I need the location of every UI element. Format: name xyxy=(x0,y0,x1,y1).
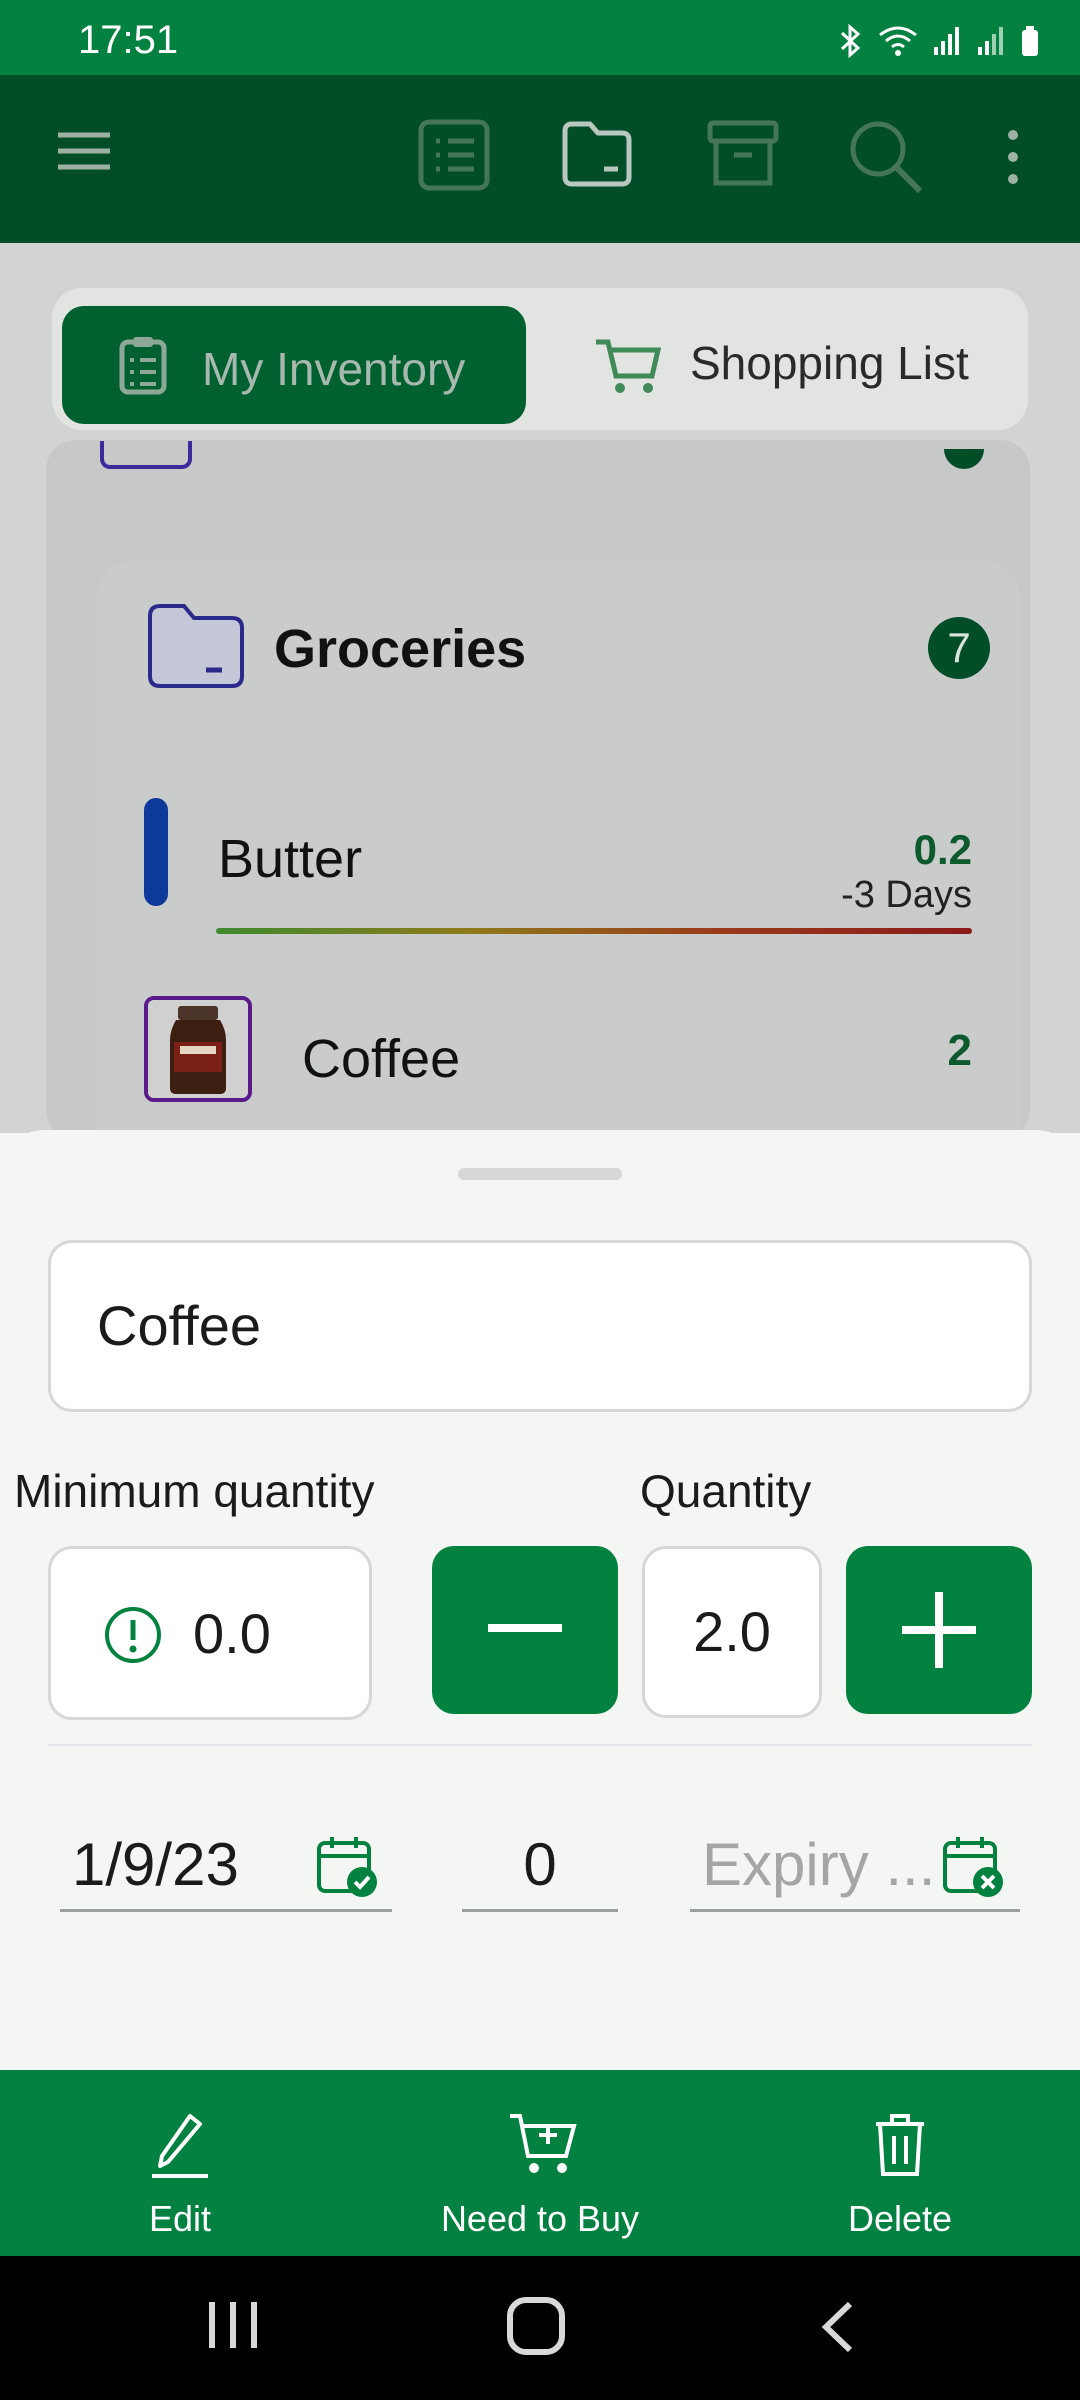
minimum-quantity-field[interactable]: 0.0 xyxy=(48,1546,372,1720)
need-to-buy-button[interactable]: Need to Buy xyxy=(390,2070,690,2256)
purchase-date-value: 1/9/23 xyxy=(72,1831,239,1898)
tab-my-inventory-label: My Inventory xyxy=(202,343,466,395)
signal-icon xyxy=(934,27,959,55)
expiry-date-placeholder: Expiry ... xyxy=(702,1831,936,1898)
add-to-cart-icon xyxy=(510,2114,577,2173)
item-expiry-butter: -3 Days xyxy=(841,874,972,916)
item-action-bar: Edit Need to Buy Delete xyxy=(0,2070,1080,2256)
calendar-check-icon[interactable] xyxy=(316,1834,378,1898)
purchase-date-field[interactable]: 1/9/23 xyxy=(60,1830,392,1912)
quantity-field[interactable]: 2.0 xyxy=(642,1546,822,1718)
plus-icon xyxy=(902,1592,976,1668)
cart-icon xyxy=(596,339,662,393)
item-qty-coffee: 2 xyxy=(947,1026,972,1075)
previous-item-thumb xyxy=(100,441,192,469)
drag-handle[interactable] xyxy=(458,1168,622,1180)
coffee-jar-image xyxy=(148,1000,248,1098)
system-nav-bar xyxy=(0,2256,1080,2400)
butter-color-tag xyxy=(144,798,168,906)
quantity-label: Quantity xyxy=(640,1465,812,1517)
minimum-quantity-value: 0.0 xyxy=(193,1602,271,1665)
item-name-field[interactable]: Coffee xyxy=(48,1240,1032,1412)
archive-icon[interactable] xyxy=(706,119,780,189)
home-icon[interactable] xyxy=(506,2296,566,2356)
status-bar: 17:51 xyxy=(0,0,1080,75)
list-view-icon[interactable] xyxy=(416,117,492,193)
folder-icon xyxy=(148,604,244,688)
coffee-thumbnail[interactable] xyxy=(144,996,252,1102)
folder-view-icon[interactable] xyxy=(560,119,634,189)
recent-apps-icon[interactable] xyxy=(206,2300,260,2350)
alert-circle-icon xyxy=(105,1607,161,1663)
pencil-icon xyxy=(152,2114,208,2178)
minimum-quantity-label: Minimum quantity xyxy=(14,1465,375,1517)
increase-quantity-button[interactable] xyxy=(846,1546,1032,1714)
item-detail-sheet: Coffee Minimum quantity Quantity 0.0 2.0… xyxy=(0,1130,1080,2070)
section-divider xyxy=(48,1744,1032,1746)
search-icon[interactable] xyxy=(848,119,924,195)
expiry-date-field[interactable]: Expiry ... xyxy=(690,1830,1020,1912)
tab-my-inventory[interactable]: My Inventory xyxy=(62,306,526,424)
menu-icon[interactable] xyxy=(52,119,116,183)
days-field[interactable]: 0 xyxy=(462,1830,618,1912)
more-options-icon[interactable] xyxy=(998,127,1028,187)
status-time: 17:51 xyxy=(78,18,179,62)
tab-shopping-list-label: Shopping List xyxy=(690,337,969,389)
group-title[interactable]: Groceries xyxy=(274,618,526,680)
trash-icon xyxy=(876,2114,924,2176)
edit-button[interactable]: Edit xyxy=(30,2070,330,2256)
item-qty-butter: 0.2 xyxy=(913,826,972,873)
app-bar xyxy=(0,75,1080,243)
need-to-buy-label: Need to Buy xyxy=(440,2198,640,2239)
back-icon[interactable] xyxy=(818,2300,858,2354)
clipboard-list-icon xyxy=(119,337,167,395)
group-count-badge: 7 xyxy=(928,617,990,679)
battery-icon xyxy=(1022,26,1038,56)
expiry-progress-bar xyxy=(216,928,972,934)
decrease-quantity-button[interactable] xyxy=(432,1546,618,1714)
wifi-icon xyxy=(879,26,917,56)
calendar-clear-icon[interactable] xyxy=(942,1834,1004,1898)
bluetooth-icon xyxy=(840,24,861,58)
item-name-coffee[interactable]: Coffee xyxy=(302,1028,460,1090)
delete-button[interactable]: Delete xyxy=(750,2070,1050,2256)
edit-label: Edit xyxy=(148,2198,212,2239)
item-name-butter[interactable]: Butter xyxy=(218,828,362,890)
system-icons xyxy=(838,24,1040,58)
minus-icon xyxy=(488,1624,562,1632)
signal-icon-2 xyxy=(978,27,1003,55)
delete-label: Delete xyxy=(847,2198,953,2239)
